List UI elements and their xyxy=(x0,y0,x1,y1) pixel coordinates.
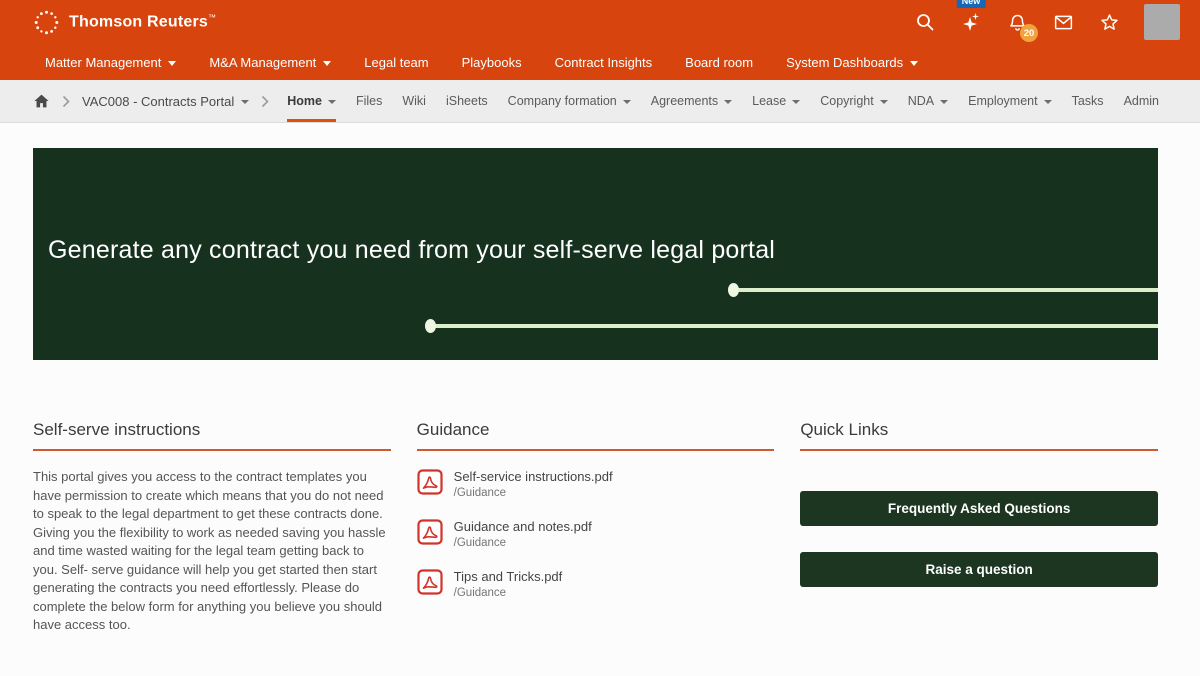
chevron-down-icon xyxy=(880,100,888,104)
file-link[interactable]: Tips and Tricks.pdf xyxy=(454,569,563,584)
tab-agreements[interactable]: Agreements xyxy=(651,80,732,122)
chevron-right-icon xyxy=(261,95,269,108)
brand-trademark: ™ xyxy=(208,13,216,22)
chevron-down-icon xyxy=(168,61,176,66)
file-link[interactable]: Guidance and notes.pdf xyxy=(454,519,592,534)
chevron-down-icon xyxy=(1044,100,1052,104)
chevron-down-icon xyxy=(328,100,336,104)
self-serve-instructions-section: Self-serve instructions This portal give… xyxy=(33,420,391,635)
nav-item-playbooks[interactable]: Playbooks xyxy=(462,55,522,70)
raise-question-button[interactable]: Raise a question xyxy=(800,552,1158,587)
pdf-file-icon xyxy=(417,569,443,595)
nav-item-system-dashboards[interactable]: System Dashboards xyxy=(786,55,918,70)
brand-name: Thomson Reuters xyxy=(69,13,208,30)
guidance-file-list: Self-service instructions.pdf /Guidance … xyxy=(417,469,775,599)
file-row[interactable]: Guidance and notes.pdf /Guidance xyxy=(417,519,775,549)
chevron-right-icon xyxy=(62,95,70,108)
tab-tasks[interactable]: Tasks xyxy=(1072,80,1104,122)
home-breadcrumb-button[interactable] xyxy=(33,93,50,109)
nav-item-matter-management[interactable]: Matter Management xyxy=(45,55,176,70)
guidance-section: Guidance Self-service instructions.pdf /… xyxy=(417,420,775,635)
tab-copyright[interactable]: Copyright xyxy=(820,80,888,122)
messages-button[interactable] xyxy=(1052,11,1074,33)
instructions-body: This portal gives you access to the cont… xyxy=(33,468,391,635)
hero-headline: Generate any contract you need from your… xyxy=(48,236,775,265)
faq-button[interactable]: Frequently Asked Questions xyxy=(800,491,1158,526)
section-title: Quick Links xyxy=(800,420,1158,451)
quick-links-section: Quick Links Frequently Asked Questions R… xyxy=(800,420,1158,635)
hero-banner: Generate any contract you need from your… xyxy=(33,148,1158,360)
search-icon xyxy=(915,12,935,32)
file-path: /Guidance xyxy=(454,487,613,499)
chevron-down-icon xyxy=(792,100,800,104)
top-header: Thomson Reuters™ New 20 Matter Manage xyxy=(0,0,1200,80)
new-badge: New xyxy=(957,0,986,8)
notifications-button[interactable]: 20 xyxy=(1006,11,1028,33)
thomson-reuters-logo[interactable]: Thomson Reuters™ xyxy=(33,9,216,36)
breadcrumb-tab-bar: VAC008 - Contracts Portal Home Files Wik… xyxy=(0,80,1200,123)
tab-home[interactable]: Home xyxy=(287,80,336,122)
section-title: Guidance xyxy=(417,420,775,451)
header-icon-group: New 20 xyxy=(914,4,1180,40)
star-icon xyxy=(1099,12,1120,33)
decorative-dot xyxy=(728,283,739,297)
tab-nda[interactable]: NDA xyxy=(908,80,948,122)
ai-sparkle-icon xyxy=(960,11,982,33)
tab-isheets[interactable]: iSheets xyxy=(446,80,488,122)
module-tabs: Home Files Wiki iSheets Company formatio… xyxy=(287,80,1159,122)
home-icon xyxy=(33,93,50,109)
tab-employment[interactable]: Employment xyxy=(968,80,1051,122)
decorative-line xyxy=(430,324,1158,328)
chevron-down-icon xyxy=(940,100,948,104)
ai-assistant-button[interactable]: New xyxy=(960,11,982,33)
favorites-button[interactable] xyxy=(1098,11,1120,33)
tab-company-formation[interactable]: Company formation xyxy=(508,80,631,122)
envelope-icon xyxy=(1053,12,1074,33)
nav-item-ma-management[interactable]: M&A Management xyxy=(209,55,331,70)
nav-item-legal-team[interactable]: Legal team xyxy=(364,55,428,70)
file-path: /Guidance xyxy=(454,587,563,599)
page-content: Generate any contract you need from your… xyxy=(0,148,1200,635)
notification-count-badge: 20 xyxy=(1020,24,1038,42)
tab-files[interactable]: Files xyxy=(356,80,382,122)
content-columns: Self-serve instructions This portal give… xyxy=(33,420,1158,635)
tab-admin[interactable]: Admin xyxy=(1124,80,1159,122)
user-avatar[interactable] xyxy=(1144,4,1180,40)
file-path: /Guidance xyxy=(454,537,592,549)
decorative-line xyxy=(733,288,1158,292)
file-link[interactable]: Self-service instructions.pdf xyxy=(454,469,613,484)
chevron-down-icon xyxy=(724,100,732,104)
primary-nav: Matter Management M&A Management Legal t… xyxy=(0,44,1200,80)
nav-item-contract-insights[interactable]: Contract Insights xyxy=(555,55,653,70)
header-row: Thomson Reuters™ New 20 xyxy=(0,0,1200,44)
chevron-down-icon xyxy=(910,61,918,66)
file-row[interactable]: Tips and Tricks.pdf /Guidance xyxy=(417,569,775,599)
search-button[interactable] xyxy=(914,11,936,33)
tab-lease[interactable]: Lease xyxy=(752,80,800,122)
tab-wiki[interactable]: Wiki xyxy=(402,80,426,122)
pdf-file-icon xyxy=(417,469,443,495)
site-selector[interactable]: VAC008 - Contracts Portal xyxy=(82,94,249,109)
chevron-down-icon xyxy=(323,61,331,66)
chevron-down-icon xyxy=(623,100,631,104)
file-row[interactable]: Self-service instructions.pdf /Guidance xyxy=(417,469,775,499)
nav-item-board-room[interactable]: Board room xyxy=(685,55,753,70)
pdf-file-icon xyxy=(417,519,443,545)
tr-kinesis-icon xyxy=(33,9,60,36)
section-title: Self-serve instructions xyxy=(33,420,391,451)
decorative-dot xyxy=(425,319,436,333)
chevron-down-icon xyxy=(241,100,249,104)
